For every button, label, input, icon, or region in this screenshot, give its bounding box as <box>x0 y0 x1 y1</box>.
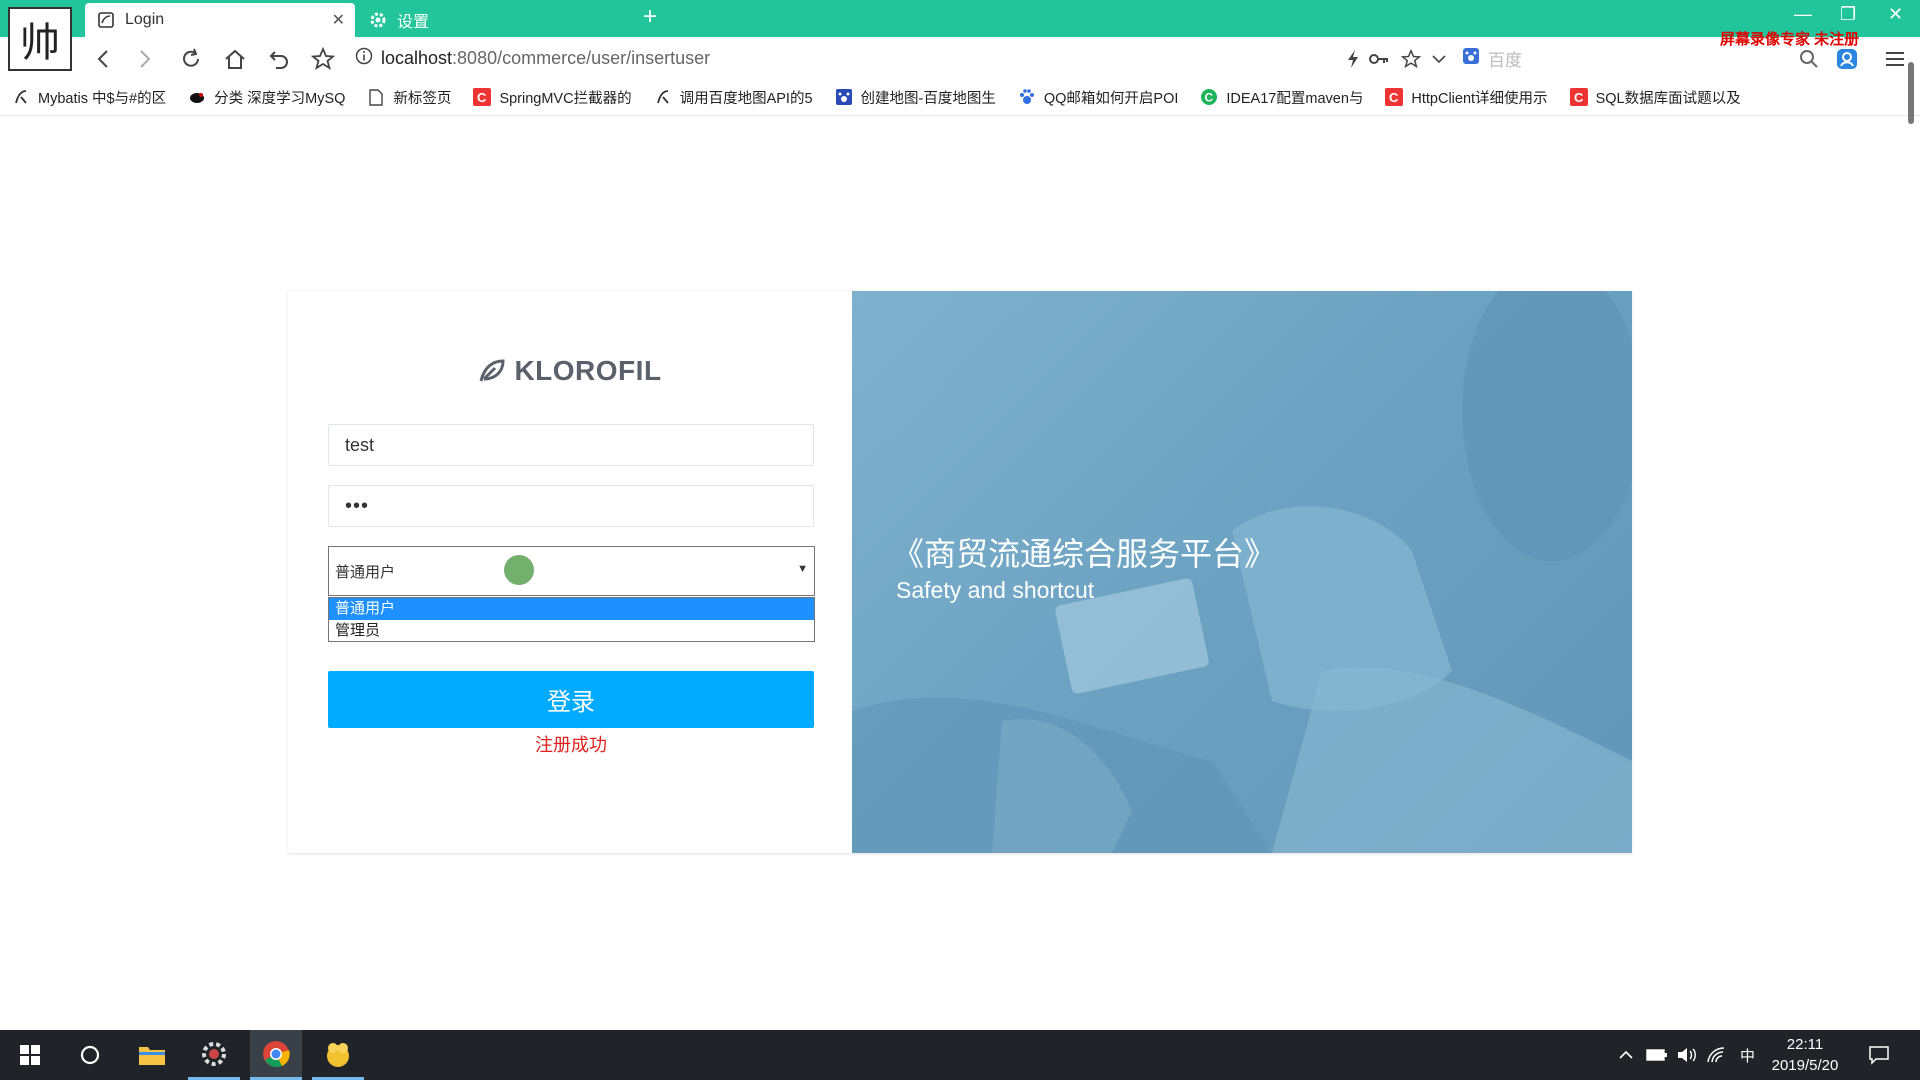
bookmarks-bar: Mybatis 中$与#的区 分类 深度学习MySQ 新标签页 C Spring… <box>0 79 1920 116</box>
recorder-app-icon[interactable] <box>312 1030 364 1080</box>
bookmark-item[interactable]: 分类 深度学习MySQ <box>188 87 345 108</box>
minimize-icon[interactable]: — <box>1794 4 1812 25</box>
status-message: 注册成功 <box>535 735 607 755</box>
login-button[interactable]: 登录 <box>328 671 814 728</box>
windows-start-icon[interactable] <box>4 1030 56 1080</box>
bird-icon <box>188 88 206 106</box>
bookmark-star-icon[interactable] <box>1396 45 1426 73</box>
baidu-icon <box>835 88 853 106</box>
menu-icon[interactable] <box>1880 45 1910 73</box>
tab-label: 设置 <box>397 14 430 31</box>
leaf-icon <box>479 359 505 382</box>
brand-name: KLOROFIL <box>514 355 662 386</box>
page-icon <box>367 88 385 106</box>
baidu-icon <box>1462 47 1480 70</box>
tab-label: Login <box>125 11 165 28</box>
restore-icon[interactable]: ❐ <box>1840 4 1856 25</box>
cursor-highlight <box>504 555 534 585</box>
banner-title: 《商贸流通综合服务平台》 <box>892 536 1277 572</box>
cortana-search-icon[interactable] <box>64 1030 116 1080</box>
home-icon[interactable] <box>220 45 250 73</box>
banner-subtitle: Safety and shortcut <box>896 577 1095 603</box>
app-logo: 帅 <box>8 7 72 71</box>
ime-indicator[interactable]: 中 <box>1740 1030 1755 1080</box>
green-c-icon: C <box>1200 88 1218 106</box>
tab-settings[interactable]: 设置 <box>365 3 635 37</box>
address-host: localhost <box>381 47 453 68</box>
bookmark-item[interactable]: C HttpClient详细使用示 <box>1385 87 1548 108</box>
account-icon[interactable] <box>1832 45 1862 73</box>
info-icon[interactable] <box>355 47 373 70</box>
navigation-bar: localhost:8080/commerce/user/insertuser … <box>0 37 1920 79</box>
scrollbar-thumb[interactable] <box>1908 62 1914 124</box>
bookmark-item[interactable]: 新标签页 <box>367 87 451 108</box>
bookmark-item[interactable]: 调用百度地图API的5 <box>654 87 813 108</box>
svg-text:C: C <box>1574 90 1584 105</box>
volume-icon[interactable] <box>1676 1030 1698 1080</box>
network-icon[interactable] <box>1706 1030 1726 1080</box>
search-icon[interactable] <box>1794 45 1824 73</box>
svg-text:C: C <box>1389 90 1399 105</box>
file-explorer-icon[interactable] <box>126 1030 178 1080</box>
reload-icon[interactable] <box>176 45 206 73</box>
tab-login[interactable]: Login ✕ <box>85 3 355 37</box>
undo-icon[interactable] <box>264 45 294 73</box>
bookmark-item[interactable]: 创建地图-百度地图生 <box>835 87 996 108</box>
brand-logo: KLOROFIL <box>288 355 852 387</box>
bookmark-item[interactable]: C IDEA17配置maven与 <box>1200 87 1363 108</box>
csdn-icon: C <box>1569 88 1588 106</box>
chevron-down-icon[interactable] <box>1424 45 1454 73</box>
csdn-icon: C <box>1385 88 1404 106</box>
role-select-value: 普通用户 <box>335 563 396 581</box>
star-icon[interactable] <box>308 45 338 73</box>
battery-icon[interactable] <box>1646 1030 1668 1080</box>
taskbar-clock[interactable]: 22:11 2019/5/20 <box>1760 1034 1850 1076</box>
new-tab-button[interactable]: + <box>643 3 657 31</box>
search-placeholder: 百度 <box>1488 50 1522 70</box>
dropdown-arrow-icon: ▼ <box>797 563 808 575</box>
forward-icon[interactable] <box>130 45 160 73</box>
password-input[interactable]: ••• <box>328 485 814 527</box>
address-bar[interactable]: localhost:8080/commerce/user/insertuser <box>355 43 1455 73</box>
bookmark-item[interactable]: C SpringMVC拦截器的 <box>473 87 632 108</box>
settings-gear-icon[interactable] <box>188 1030 240 1080</box>
bookmark-item[interactable]: Mybatis 中$与#的区 <box>12 87 166 108</box>
role-option[interactable]: 普通用户 <box>329 598 814 620</box>
banner-panel: 《商贸流通综合服务平台》 Safety and shortcut <box>852 291 1632 853</box>
clock-date: 2019/5/20 <box>1771 1057 1839 1074</box>
bookmark-item[interactable]: C SQL数据库面试题以及 <box>1569 87 1741 108</box>
close-icon[interactable]: ✕ <box>332 10 345 30</box>
bookmark-icon <box>12 88 30 106</box>
windows-taskbar: 中 22:11 2019/5/20 <box>0 1030 1920 1080</box>
csdn-icon: C <box>473 88 492 106</box>
address-path: :8080/commerce/user/insertuser <box>452 47 711 68</box>
gear-icon <box>367 11 389 29</box>
clock-time: 22:11 <box>1786 1036 1824 1053</box>
back-icon[interactable] <box>88 45 118 73</box>
paw-icon <box>1018 88 1036 106</box>
recorder-watermark: 屏幕录像专家 未注册 <box>1720 31 1860 48</box>
login-card: KLOROFIL test ••• 普通用户 ▼ 普通用户 管理员 登录 注册成… <box>288 291 1632 853</box>
browser-titlebar: 帅 Login ✕ 设置 + — ❐ ✕ <box>0 0 1920 71</box>
username-input[interactable]: test <box>328 424 814 466</box>
svg-text:C: C <box>1205 91 1214 105</box>
login-form: KLOROFIL test ••• 普通用户 ▼ 普通用户 管理员 登录 注册成… <box>288 291 852 853</box>
role-dropdown-list: 普通用户 管理员 <box>328 597 815 642</box>
page-icon <box>95 11 117 29</box>
tray-chevron-up-icon[interactable] <box>1618 1030 1634 1080</box>
bookmark-icon <box>654 88 672 106</box>
chrome-browser-icon[interactable] <box>250 1030 302 1080</box>
svg-text:C: C <box>477 90 487 105</box>
notification-icon[interactable] <box>1868 1030 1890 1080</box>
key-icon[interactable] <box>1364 45 1394 73</box>
role-option[interactable]: 管理员 <box>329 620 814 642</box>
close-window-icon[interactable]: ✕ <box>1888 4 1903 25</box>
bookmark-item[interactable]: QQ邮箱如何开启POI <box>1018 87 1178 108</box>
role-select[interactable]: 普通用户 ▼ <box>328 546 815 596</box>
